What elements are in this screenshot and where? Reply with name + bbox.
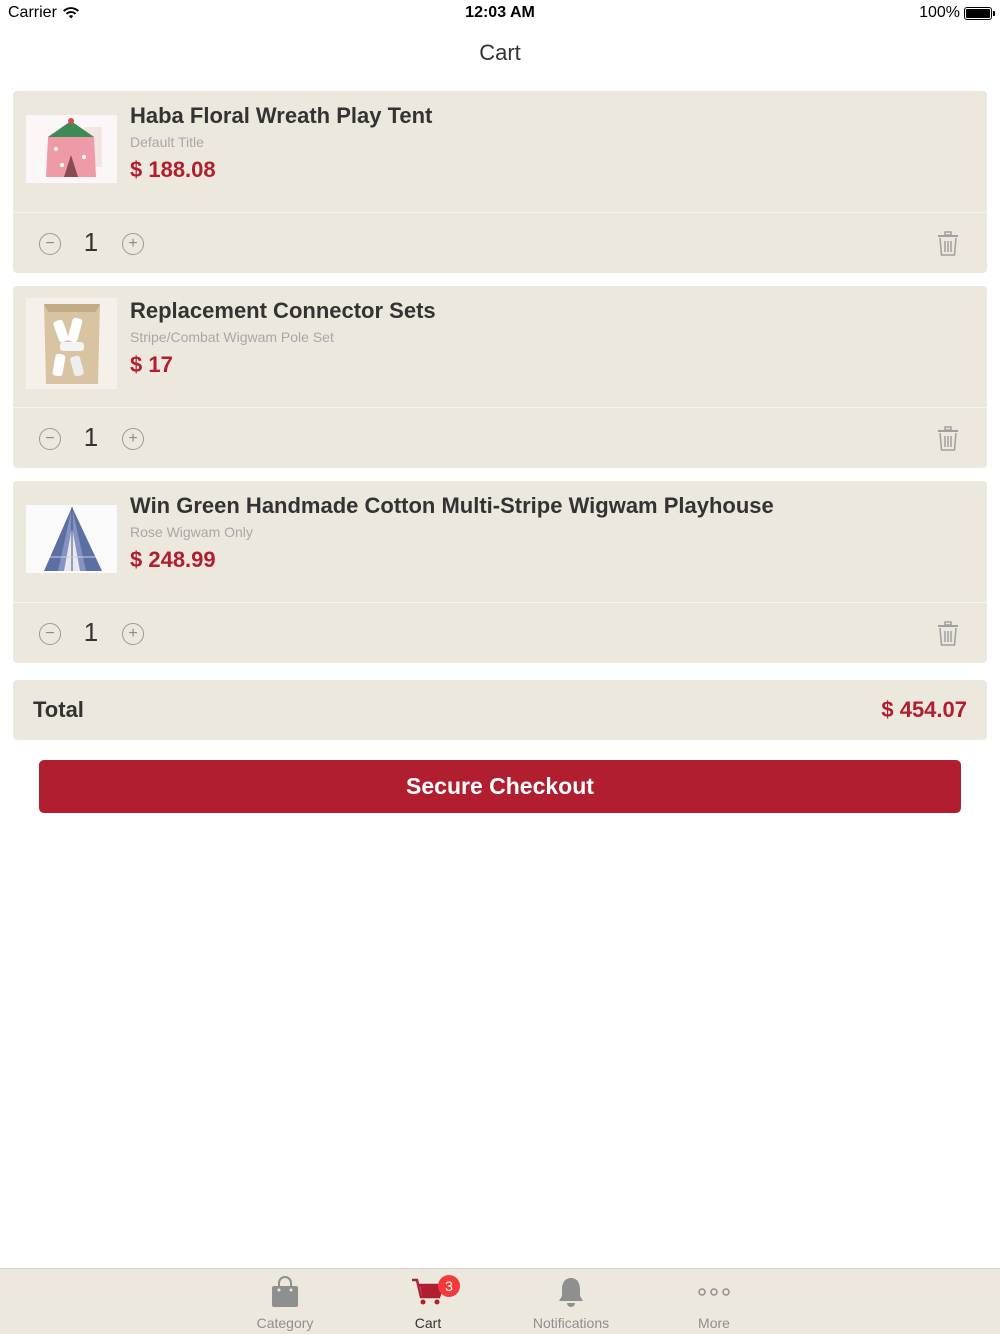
shopping-bag-icon xyxy=(272,1276,298,1307)
tab-label: Category xyxy=(256,1315,314,1331)
battery-indicator: 100% xyxy=(919,4,995,22)
product-variant: Rose Wigwam Only xyxy=(130,524,253,540)
product-price: $ 248.99 xyxy=(130,547,216,572)
increase-quantity-button[interactable]: + xyxy=(122,428,144,450)
product-price: $ 17 xyxy=(130,352,173,377)
minus-icon: − xyxy=(45,430,55,447)
quantity-value: 1 xyxy=(83,227,99,257)
cart-item: Win Green Handmade Cotton Multi-Stripe W… xyxy=(13,481,987,663)
tab-more[interactable]: More xyxy=(654,1269,774,1334)
tab-label: Notifications xyxy=(532,1315,610,1331)
product-thumbnail-wigwam-playhouse[interactable] xyxy=(26,505,117,573)
decrease-quantity-button[interactable]: − xyxy=(39,428,61,450)
decrease-quantity-button[interactable]: − xyxy=(39,623,61,645)
plus-icon: + xyxy=(128,235,138,252)
more-dots-icon xyxy=(698,1288,730,1296)
battery-percent: 100% xyxy=(919,4,960,21)
total-label: Total xyxy=(33,697,84,722)
tab-label: More xyxy=(698,1315,730,1331)
secure-checkout-button[interactable]: Secure Checkout xyxy=(39,760,961,813)
increase-quantity-button[interactable]: + xyxy=(122,623,144,645)
product-variant: Default Title xyxy=(130,134,204,150)
quantity-value: 1 xyxy=(83,422,99,452)
decrease-quantity-button[interactable]: − xyxy=(39,233,61,255)
minus-icon: − xyxy=(45,625,55,642)
product-variant: Stripe/Combat Wigwam Pole Set xyxy=(130,329,334,345)
total-amount: $ 454.07 xyxy=(881,697,967,722)
battery-icon xyxy=(964,6,995,20)
cart-total: Total $ 454.07 xyxy=(13,680,987,740)
bell-icon xyxy=(559,1278,583,1307)
product-name[interactable]: Replacement Connector Sets xyxy=(130,298,436,324)
tab-notifications[interactable]: Notifications xyxy=(511,1269,631,1334)
status-bar: Carrier 12:03 AM 100% xyxy=(0,0,1000,28)
tab-label: Cart xyxy=(414,1315,442,1331)
tab-bar: Category 3 Cart Notifications More xyxy=(0,1268,1000,1334)
product-name[interactable]: Win Green Handmade Cotton Multi-Stripe W… xyxy=(130,493,774,519)
product-thumbnail-play-tent[interactable] xyxy=(26,115,117,183)
trash-icon[interactable] xyxy=(937,231,959,257)
tab-category[interactable]: Category xyxy=(225,1269,345,1334)
increase-quantity-button[interactable]: + xyxy=(122,233,144,255)
page-title: Cart xyxy=(479,40,521,65)
minus-icon: − xyxy=(45,235,55,252)
product-price: $ 188.08 xyxy=(130,157,216,182)
plus-icon: + xyxy=(128,625,138,642)
cart-item: Replacement Connector Sets Stripe/Combat… xyxy=(13,286,987,468)
status-time: 12:03 AM xyxy=(465,4,535,21)
product-name[interactable]: Haba Floral Wreath Play Tent xyxy=(130,103,432,129)
trash-icon[interactable] xyxy=(937,426,959,452)
cart-count-badge: 3 xyxy=(438,1275,460,1297)
quantity-value: 1 xyxy=(83,617,99,647)
plus-icon: + xyxy=(128,430,138,447)
product-thumbnail-connector-sets[interactable] xyxy=(26,298,117,389)
trash-icon[interactable] xyxy=(937,621,959,647)
cart-item: Haba Floral Wreath Play Tent Default Tit… xyxy=(13,91,987,273)
tab-cart[interactable]: 3 Cart xyxy=(368,1269,488,1334)
